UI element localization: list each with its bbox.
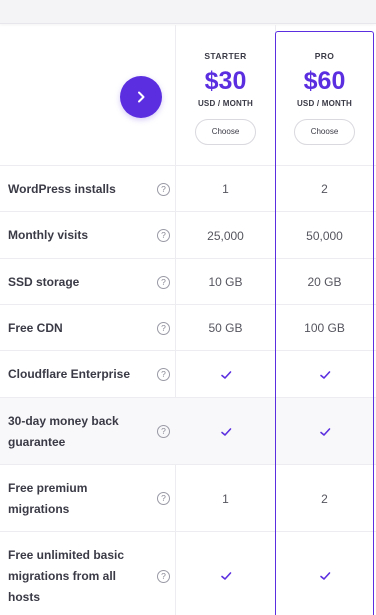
feature-value-pro: 20 GB	[307, 275, 342, 289]
choose-pro-button[interactable]: Choose	[294, 119, 355, 145]
feature-value-pro: 50,000	[306, 228, 343, 243]
feature-row: Free CDN? 50 GB 100 GB	[0, 304, 376, 350]
feature-value-pro: 2	[321, 182, 328, 196]
feature-table: WordPress installs? 1 2 Monthly visits? 25,0…	[0, 165, 376, 615]
feature-row: Cloudflare Enterprise?	[0, 350, 376, 397]
feature-value-starter: 10 GB	[208, 275, 243, 289]
feature-value-starter: 1	[222, 491, 229, 506]
feature-label: WordPress installs	[8, 181, 116, 196]
chevron-right-icon	[138, 91, 145, 103]
feature-label: SSD storage	[8, 274, 80, 289]
top-strip	[0, 0, 376, 24]
feature-row: WordPress installs? 1 2	[0, 165, 376, 211]
plan-price-unit: USD / MONTH	[296, 99, 353, 108]
plan-name: STARTER	[204, 51, 247, 61]
plan-name: PRO	[314, 51, 335, 61]
question-circle-icon[interactable]: ?	[157, 182, 170, 196]
feature-row: Free premium migrations? 1 2	[0, 464, 376, 531]
question-circle-icon[interactable]: ?	[157, 569, 170, 583]
feature-label: Free premium migrations	[8, 480, 88, 516]
plan-column-pro: PRO $60 USD / MONTH Choose	[276, 25, 373, 165]
feature-value-pro: 100 GB	[304, 321, 345, 335]
feature-value-starter: 50 GB	[208, 321, 243, 335]
feature-label: Free unlimited basic migrations from all…	[8, 547, 125, 604]
feature-label: Monthly visits	[8, 228, 89, 242]
feature-value-starter: 25,000	[207, 228, 244, 243]
feature-row: 30-day money back guarantee?	[0, 397, 376, 464]
question-circle-icon[interactable]: ?	[157, 229, 170, 242]
question-circle-icon[interactable]: ?	[157, 368, 170, 381]
checkmark-icon	[176, 369, 275, 384]
question-circle-icon[interactable]: ?	[157, 321, 170, 335]
feature-label: 30-day money back guarantee	[8, 413, 119, 449]
feature-label: Cloudflare Enterprise	[8, 367, 131, 381]
feature-value-starter: 1	[222, 182, 229, 196]
next-plans-button[interactable]	[120, 76, 162, 118]
choose-starter-button[interactable]: Choose	[195, 119, 256, 145]
checkmark-icon	[176, 426, 275, 441]
feature-value-pro: 2	[321, 491, 328, 506]
checkmark-icon	[276, 570, 373, 585]
plan-price: $30	[204, 67, 247, 95]
plan-price: $60	[303, 67, 346, 95]
question-circle-icon[interactable]: ?	[157, 425, 170, 438]
checkmark-icon	[276, 426, 373, 441]
feature-row: Monthly visits? 25,000 50,000	[0, 211, 376, 258]
plan-column-starter: STARTER $30 USD / MONTH Choose	[176, 25, 275, 165]
feature-row: Free unlimited basic migrations from all…	[0, 531, 376, 615]
question-circle-icon[interactable]: ?	[157, 492, 170, 505]
feature-label: Free CDN	[8, 320, 63, 335]
checkmark-icon	[276, 369, 373, 384]
checkmark-icon	[176, 570, 275, 585]
feature-row: SSD storage? 10 GB 20 GB	[0, 258, 376, 304]
question-circle-icon[interactable]: ?	[157, 275, 170, 289]
plan-price-unit: USD / MONTH	[197, 99, 254, 108]
